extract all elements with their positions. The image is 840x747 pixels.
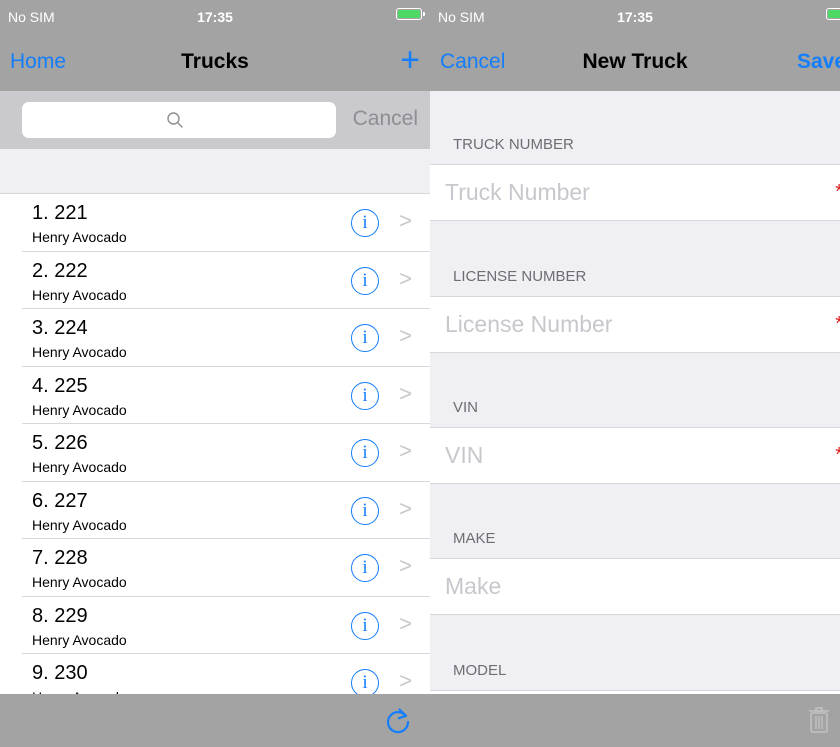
bottom-toolbar	[430, 694, 840, 747]
field-placeholder: Truck Number	[445, 179, 590, 205]
section-header: VIN	[453, 399, 479, 416]
truck-number: 6. 227	[32, 489, 88, 512]
table-row[interactable]: 6. 227 Henry Avocado i >	[22, 482, 430, 539]
text-field[interactable]: Make	[430, 558, 840, 615]
driver-name: Henry Avocado	[32, 459, 127, 475]
driver-name: Henry Avocado	[32, 631, 127, 648]
chevron-right-icon: >	[399, 208, 412, 233]
driver-name: Henry Avocado	[32, 516, 127, 533]
table-section-gap	[0, 149, 430, 194]
chevron-right-icon: >	[399, 668, 412, 693]
chevron-right-icon: >	[399, 553, 412, 578]
required-marker: *	[835, 313, 840, 336]
section-header: LICENSE NUMBER	[453, 268, 587, 285]
required-marker: *	[835, 444, 840, 467]
truck-number: 5. 226	[32, 432, 88, 454]
page-title: New Truck	[582, 50, 688, 73]
status-bar: No SIM 17:35	[430, 0, 840, 35]
navigation-bar: Home Trucks +	[0, 35, 430, 91]
truck-number: 9. 230	[32, 662, 88, 684]
battery-icon	[826, 8, 840, 20]
text-field[interactable]: VIN *	[430, 427, 840, 484]
truck-number: 7. 228	[32, 547, 88, 569]
status-icons	[826, 8, 840, 20]
trash-icon[interactable]	[808, 706, 830, 734]
info-icon[interactable]: i	[351, 439, 379, 467]
truck-number: 2. 222	[32, 259, 88, 282]
driver-name: Henry Avocado	[32, 229, 127, 245]
text-field[interactable]: Truck Number *	[430, 164, 840, 221]
chevron-right-icon: >	[399, 495, 412, 521]
field-placeholder: VIN	[445, 442, 484, 468]
truck-number: 8. 229	[32, 604, 88, 627]
truck-number: 3. 224	[32, 317, 88, 339]
navigation-bar: Cancel New Truck Save	[430, 35, 840, 91]
required-marker: *	[835, 181, 840, 204]
chevron-right-icon: >	[399, 323, 412, 348]
driver-name: Henry Avocado	[32, 286, 127, 303]
add-truck-button[interactable]: +	[400, 43, 420, 77]
truck-number: 4. 225	[32, 374, 88, 397]
text-field[interactable]: License Number *	[430, 296, 840, 353]
section-header: MODEL	[453, 662, 507, 679]
table-row[interactable]: 9. 230Henry Avocadoi>	[22, 654, 430, 694]
info-icon[interactable]: i	[351, 266, 379, 295]
driver-name: Henry Avocado	[32, 401, 127, 418]
info-icon[interactable]: i	[351, 554, 379, 582]
table-row[interactable]: 5. 226 Henry Avocado i >	[22, 424, 430, 482]
section-header: TRUCK NUMBER	[453, 136, 574, 153]
info-icon[interactable]: i	[351, 496, 379, 525]
field-placeholder: License Number	[445, 311, 613, 337]
search-cancel-button[interactable]: Cancel	[353, 107, 418, 131]
trucks-screen: No SIM 17:35 Home Trucks + Cancel 1. 221…	[0, 0, 430, 747]
driver-name: Henry Avocado	[32, 574, 127, 590]
search-icon	[167, 112, 183, 128]
section-header: MAKE	[453, 530, 496, 547]
truck-list: 1. 221 Henry Avocado i >2. 222 Henry Avocado…	[0, 194, 430, 694]
table-row[interactable]: 7. 228 Henry Avocado i >	[22, 539, 430, 597]
info-icon[interactable]: i	[351, 669, 379, 694]
info-icon[interactable]: i	[351, 381, 379, 410]
table-row[interactable]: 3. 224 Henry Avocado i >	[22, 309, 430, 367]
clock: 17:35	[617, 9, 653, 25]
refresh-icon[interactable]	[383, 706, 413, 736]
driver-name: Henry Avocado	[32, 344, 127, 360]
status-bar: No SIM 17:35	[0, 0, 430, 35]
search-bar: Cancel	[0, 91, 430, 149]
status-icons	[396, 8, 425, 20]
chevron-right-icon: >	[399, 265, 412, 291]
page-title: Trucks	[181, 50, 249, 73]
table-row[interactable]: 1. 221 Henry Avocado i >	[22, 194, 430, 252]
battery-icon	[396, 8, 425, 20]
truck-number: 1. 221	[32, 202, 88, 224]
info-icon[interactable]: i	[351, 611, 379, 640]
save-button[interactable]: Save	[797, 50, 840, 74]
table-row[interactable]: 2. 222 Henry Avocado i >	[22, 252, 430, 309]
clock: 17:35	[197, 9, 233, 25]
field-placeholder: Make	[445, 573, 502, 599]
search-input[interactable]	[22, 102, 336, 138]
info-icon[interactable]: i	[351, 324, 379, 352]
chevron-right-icon: >	[399, 438, 412, 463]
table-row[interactable]: 8. 229 Henry Avocado i >	[22, 597, 430, 654]
bottom-toolbar	[0, 694, 430, 747]
chevron-right-icon: >	[399, 610, 412, 636]
chevron-right-icon: >	[399, 380, 412, 406]
new-truck-screen: No SIM 17:35 Cancel New Truck Save TRUCK…	[430, 0, 840, 747]
info-icon[interactable]: i	[351, 209, 379, 237]
table-row[interactable]: 4. 225 Henry Avocado i >	[22, 367, 430, 424]
